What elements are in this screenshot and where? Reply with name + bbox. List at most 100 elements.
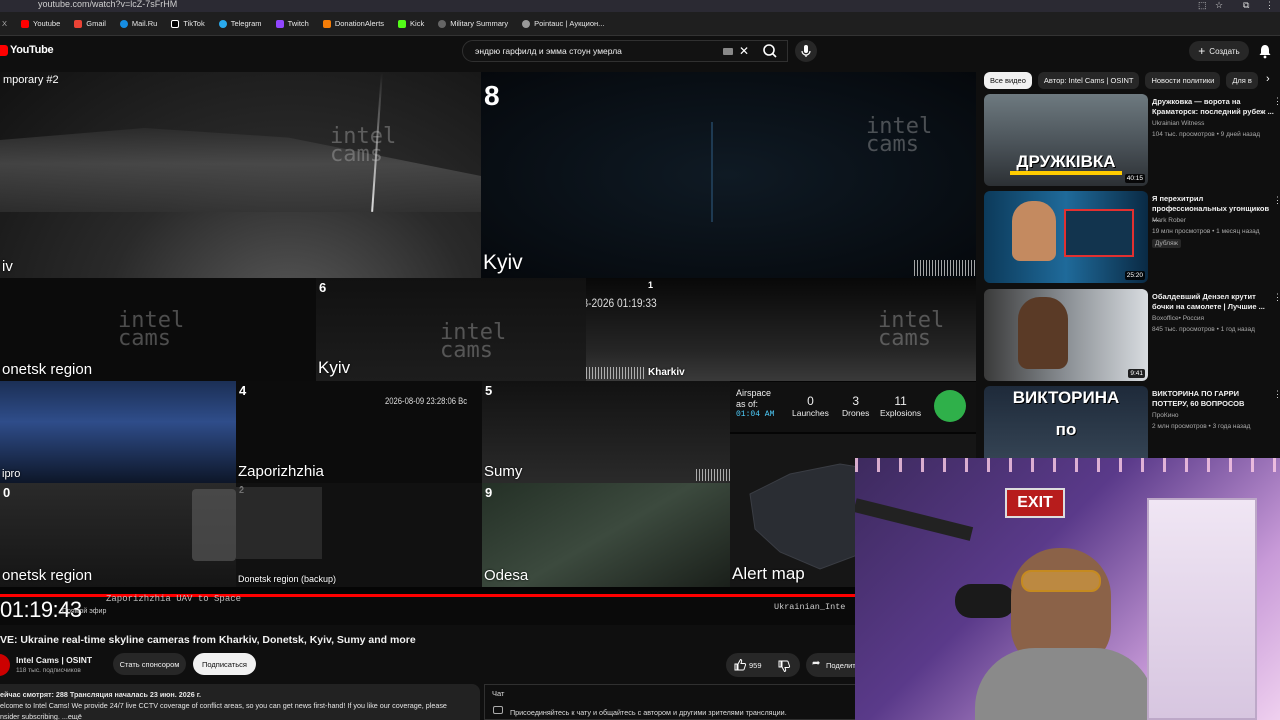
bookmark-mailru[interactable]: Mail.Ru: [119, 19, 157, 28]
menu-icon[interactable]: ⋮: [1265, 0, 1274, 11]
video-meta: 2 млн просмотров • 3 года назад: [1152, 423, 1251, 430]
thumbs-up-icon[interactable]: [733, 658, 747, 672]
youtube-logo[interactable]: YouTube: [0, 44, 54, 56]
camera-tile-odesa[interactable]: 9 Odesa: [482, 483, 730, 587]
kick-icon: [398, 19, 407, 28]
video-title[interactable]: ВИКТОРИНА ПО ГАРРИ ПОТТЕРУ, 60 ВОПРОСОВ: [1152, 389, 1276, 409]
recommended-video[interactable]: 9:41 Обалдевший Дензел крутит бочки на с…: [984, 289, 1280, 381]
microphone-icon: [801, 45, 811, 57]
video-duration: 25:20: [1124, 271, 1145, 280]
video-title[interactable]: Дружковка — ворота на Краматорск: послед…: [1152, 97, 1276, 117]
bookmark-gmail[interactable]: Gmail: [74, 19, 106, 28]
video-thumbnail[interactable]: 9:41: [984, 289, 1148, 381]
more-options-icon[interactable]: ⋮: [1273, 96, 1280, 107]
more-options-icon[interactable]: ⋮: [1273, 195, 1280, 206]
tile-number: 6: [319, 280, 327, 295]
exit-sign: EXIT: [1005, 488, 1065, 518]
bookmark-donationalerts[interactable]: DonationAlerts: [322, 19, 384, 28]
bell-icon: [1259, 45, 1271, 59]
video-meta: 845 тыс. просмотров • 1 год назад: [1152, 326, 1255, 333]
like-dislike-group: 959: [726, 653, 800, 677]
bookmark-tiktok[interactable]: TikTok: [171, 19, 205, 28]
tile-label: Alert map: [732, 564, 805, 583]
chip-for-you[interactable]: Для в: [1226, 72, 1258, 89]
recommended-video[interactable]: ДРУЖКІВКА 40:15 Дружковка — ворота на Кр…: [984, 94, 1280, 186]
description-stats: ейчас смотрят: 288 Трансляция началась 2…: [0, 690, 201, 699]
bookmark-kick[interactable]: Kick: [398, 19, 424, 28]
camera-tile-donetsk-backup[interactable]: 2 Donetsk region (backup): [236, 483, 482, 587]
launches-stat: 0 Launches: [792, 394, 829, 418]
chevron-right-icon[interactable]: ›: [1266, 73, 1270, 85]
extension-icon[interactable]: ⬚: [1198, 0, 1207, 11]
search-input[interactable]: эндрю гарфилд и эмма стоун умерла ✕: [462, 40, 788, 62]
thumbs-down-icon[interactable]: [777, 659, 791, 673]
clear-icon[interactable]: ✕: [739, 44, 749, 58]
share-button[interactable]: ➦ Поделит: [806, 653, 860, 677]
explosions-stat: 11 Explosions: [880, 394, 922, 418]
recommended-video[interactable]: 25:20 Я перехитрил профессиональных угон…: [984, 191, 1280, 283]
thumbnail-underline: [1010, 171, 1122, 175]
channel-name[interactable]: ПроКино: [1152, 412, 1179, 419]
channel-avatar[interactable]: [0, 654, 10, 676]
airspace-label: Airspace as of:: [736, 388, 772, 409]
tile-caption: mporary #2: [3, 74, 59, 86]
extensions-icon[interactable]: ⧉: [1243, 0, 1249, 11]
bookmark-youtube[interactable]: Youtube: [21, 19, 60, 28]
subscribe-button[interactable]: Подписаться: [193, 653, 256, 675]
camera-tile-dnipro[interactable]: ipro: [0, 381, 236, 483]
browser-url-bar[interactable]: youtube.com/watch?v=lcZ-7sFrHM ⬚ ☆ ⧉ ⋮: [0, 0, 1280, 12]
chip-politics[interactable]: Новости политики: [1145, 72, 1221, 89]
camera-tile-zaporizhzhia[interactable]: 4 2026-08-09 23:28:06 Вс Zaporizhzhia: [236, 381, 482, 483]
channel-row: Intel Cams | OSINT 118 тыс. подписчиков …: [0, 652, 860, 678]
video-player[interactable]: mporary #2 intel cams iv 8 intel cams Kyiv…: [0, 72, 976, 595]
tile-label: Sumy: [484, 463, 523, 480]
tile-label: Kyiv: [483, 251, 523, 274]
twitch-icon: [275, 19, 284, 28]
search-value[interactable]: эндрю гарфилд и эмма стоун умерла: [475, 46, 622, 56]
search-button[interactable]: [756, 40, 786, 62]
more-options-icon[interactable]: ⋮: [1273, 389, 1280, 400]
url-text[interactable]: youtube.com/watch?v=lcZ-7sFrHM: [38, 0, 177, 9]
bookmark-military-summary[interactable]: Military Summary: [438, 19, 508, 28]
tile-number: 9: [485, 485, 493, 500]
video-meta: 104 тыс. просмотров • 9 дней назад: [1152, 131, 1261, 138]
keyboard-icon[interactable]: [723, 48, 733, 55]
star-icon[interactable]: ☆: [1215, 0, 1223, 11]
join-button[interactable]: Стать спонсором: [113, 653, 186, 675]
intel-cams-watermark: intel cams: [118, 308, 185, 351]
channel-name[interactable]: Boxoffice• Россия: [1152, 315, 1204, 322]
camera-tile-sumy[interactable]: 5 Sumy: [482, 381, 730, 483]
intel-cams-watermark: intel cams: [878, 308, 945, 351]
camera-tile-donetsk[interactable]: intel cams onetsk region: [0, 278, 316, 381]
chip-all-videos[interactable]: Все видео: [984, 72, 1032, 89]
video-meta: 19 млн просмотров • 1 месяц назад: [1152, 228, 1260, 235]
tile-label: Zaporizhzhia: [238, 463, 324, 480]
video-thumbnail[interactable]: 25:20: [984, 191, 1148, 283]
tile-label: ipro: [2, 468, 21, 480]
chat-message: Присоединяйтесь к чату и общайтесь с авт…: [510, 708, 787, 717]
video-thumbnail[interactable]: ДРУЖКІВКА 40:15: [984, 94, 1148, 186]
live-label[interactable]: Прямой эфир: [62, 608, 106, 615]
camera-tile-kharkiv[interactable]: 1 10-08-2026 01:19:33 intelcams Kharkiv: [586, 278, 976, 381]
camera-tile-kyiv-8[interactable]: 8 intel cams Kyiv: [481, 72, 976, 278]
create-button[interactable]: + Создать: [1189, 41, 1249, 61]
bookmark-pointauc[interactable]: Pointauc | Аукцион...: [522, 19, 604, 28]
bookmark-telegram[interactable]: Telegram: [218, 19, 262, 28]
more-options-icon[interactable]: ⋮: [1273, 292, 1280, 303]
chip-author[interactable]: Автор: Intel Cams | OSINT: [1037, 72, 1140, 89]
channel-name[interactable]: Ukrainian Witness: [1152, 120, 1204, 127]
chat-icon: [493, 706, 503, 714]
video-description[interactable]: ейчас смотрят: 288 Трансляция началась 2…: [0, 684, 480, 720]
camera-tile-contemporary[interactable]: mporary #2 intel cams iv: [0, 72, 481, 278]
channel-name[interactable]: Intel Cams | OSINT: [16, 655, 92, 665]
like-count: 959: [749, 661, 762, 670]
bookmark-twitch[interactable]: Twitch: [275, 19, 309, 28]
player-controls: 01:19:43 Прямой эфир Zaporizhzhia UAV to…: [0, 594, 860, 625]
notifications-button[interactable]: [1258, 43, 1272, 59]
voice-search-button[interactable]: [795, 40, 817, 62]
dubbed-badge: Дубляж: [1152, 239, 1181, 248]
video-title[interactable]: Обалдевший Дензел крутит бочки на самоле…: [1152, 292, 1276, 312]
camera-tile-donetsk-0[interactable]: 0 onetsk region: [0, 483, 236, 587]
channel-name[interactable]: Mark Rober: [1152, 217, 1186, 224]
bookmark-x[interactable]: X: [2, 19, 7, 28]
